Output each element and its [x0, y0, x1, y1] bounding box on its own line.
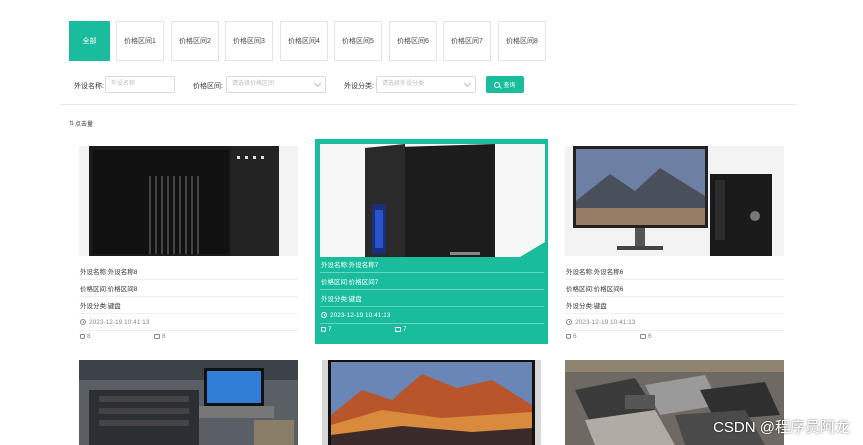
comment-count-value: 7 — [403, 326, 407, 333]
chevron-down-icon — [313, 79, 322, 88]
product-card[interactable] — [322, 360, 555, 445]
clock-icon — [566, 319, 572, 325]
tab-price-range-1[interactable]: 价格区间1 — [116, 21, 164, 61]
like-count-value: 7 — [328, 326, 332, 333]
watermark: CSDN @程序员阿龙 — [713, 419, 850, 436]
like-count-value: 6 — [573, 333, 577, 340]
comment-count-value: 8 — [162, 333, 166, 340]
tab-price-range-6[interactable]: 价格区间6 — [389, 21, 437, 61]
comment-count-value: 6 — [648, 333, 652, 340]
thumbs-up-icon — [566, 334, 571, 339]
product-name: 外设名称:外设名称8 — [79, 263, 298, 280]
product-time-value: 2023-12-19 10:41:13 — [575, 318, 636, 326]
product-card[interactable]: 外设名称:外设名称7 价格区间:价格区间7 外设分类:键盘 2023-12-19… — [315, 139, 548, 344]
product-price-range: 价格区间:价格区间7 — [320, 273, 544, 290]
tab-price-range-8[interactable]: 价格区间8 — [498, 21, 546, 61]
product-image[interactable] — [79, 146, 298, 256]
product-name: 外设名称:外设名称6 — [565, 263, 784, 280]
gaming-pc-tower-image — [320, 144, 545, 257]
product-card[interactable] — [79, 360, 312, 445]
clock-icon — [80, 319, 86, 325]
product-info: 外设名称:外设名称7 价格区间:价格区间7 外设分类:键盘 2023-12-19… — [320, 256, 544, 337]
product-name: 外设名称:外设名称7 — [320, 256, 544, 273]
product-price-range: 价格区间:价格区间8 — [79, 280, 298, 297]
sort-icon: ⇅ — [69, 121, 75, 127]
price-select-placeholder: 请选择价格区间 — [232, 81, 275, 87]
tab-all[interactable]: 全部 — [69, 21, 110, 61]
name-label: 外设名称: — [74, 83, 104, 90]
chevron-down-icon — [463, 79, 472, 88]
imac-mountain-wallpaper-image — [322, 360, 541, 445]
product-image[interactable] — [322, 360, 541, 445]
tab-price-range-3[interactable]: 价格区间3 — [225, 21, 273, 61]
comment-count: 6 — [640, 333, 652, 340]
like-count: 7 — [321, 326, 332, 333]
sort-label: 点击量 — [75, 122, 94, 128]
comment-icon — [154, 334, 160, 339]
monitor-and-pc-image — [565, 146, 784, 256]
product-time: 2023-12-19 10:41:13 — [79, 314, 298, 331]
product-stats: 6 6 — [565, 331, 784, 344]
product-time-value: 2023-12-19 10:41:13 — [89, 318, 150, 326]
product-category: 外设分类:键盘 — [320, 290, 544, 307]
like-count-value: 8 — [87, 333, 91, 340]
product-info: 外设名称:外设名称8 价格区间:价格区间8 外设分类:键盘 2023-12-19… — [79, 263, 298, 344]
product-image[interactable] — [320, 144, 545, 257]
tab-price-range-2[interactable]: 价格区间2 — [171, 21, 219, 61]
thumbs-up-icon — [80, 334, 85, 339]
product-time: 2023-12-19 10:41:13 — [320, 307, 544, 324]
name-input[interactable]: 外设名称 — [105, 76, 175, 93]
tab-price-range-4[interactable]: 价格区间4 — [280, 21, 328, 61]
product-stats: 8 8 — [79, 331, 298, 344]
product-card[interactable]: 外设名称:外设名称8 价格区间:价格区间8 外设分类:键盘 2023-12-19… — [79, 146, 312, 342]
product-time: 2023-12-19 10:41:13 — [565, 314, 784, 331]
product-category: 外设分类:键盘 — [565, 297, 784, 314]
tab-price-range-7[interactable]: 价格区间7 — [443, 21, 491, 61]
comment-count: 7 — [395, 326, 407, 333]
product-price-range: 价格区间:价格区间6 — [565, 280, 784, 297]
search-button-label: 查询 — [503, 83, 516, 89]
product-card[interactable]: 外设名称:外设名称6 价格区间:价格区间6 外设分类:键盘 2023-12-19… — [565, 146, 798, 342]
product-time-value: 2023-12-19 10:41:13 — [330, 311, 391, 319]
comment-count: 8 — [154, 333, 166, 340]
product-image[interactable] — [79, 360, 298, 445]
search-bar: 外设名称: 外设名称 价格区间: 请选择价格区间 外设分类: 请选择外设分类 查… — [0, 76, 863, 96]
price-select[interactable]: 请选择价格区间 — [226, 76, 326, 93]
product-category: 外设分类:键盘 — [79, 297, 298, 314]
category-select-placeholder: 请选择外设分类 — [382, 81, 425, 87]
comment-icon — [395, 327, 401, 332]
laptops-in-warehouse-image — [79, 360, 298, 445]
price-label: 价格区间: — [193, 83, 223, 90]
comment-icon — [640, 334, 646, 339]
clock-icon — [321, 312, 327, 318]
product-image[interactable] — [565, 146, 784, 256]
tab-price-range-5[interactable]: 价格区间5 — [334, 21, 382, 61]
product-info: 外设名称:外设名称6 价格区间:价格区间6 外设分类:键盘 2023-12-19… — [565, 263, 784, 344]
product-stats: 7 7 — [320, 324, 544, 337]
like-count: 6 — [566, 333, 577, 340]
like-count: 8 — [80, 333, 91, 340]
black-pc-tower-image — [79, 146, 298, 256]
search-button[interactable]: 查询 — [486, 76, 524, 93]
category-label: 外设分类: — [344, 83, 374, 90]
thumbs-up-icon — [321, 327, 326, 332]
divider — [60, 104, 797, 105]
search-icon — [494, 81, 501, 88]
category-select[interactable]: 请选择外设分类 — [376, 76, 476, 93]
sort-by-clicks[interactable]: ⇅ 点击量 — [69, 119, 93, 128]
